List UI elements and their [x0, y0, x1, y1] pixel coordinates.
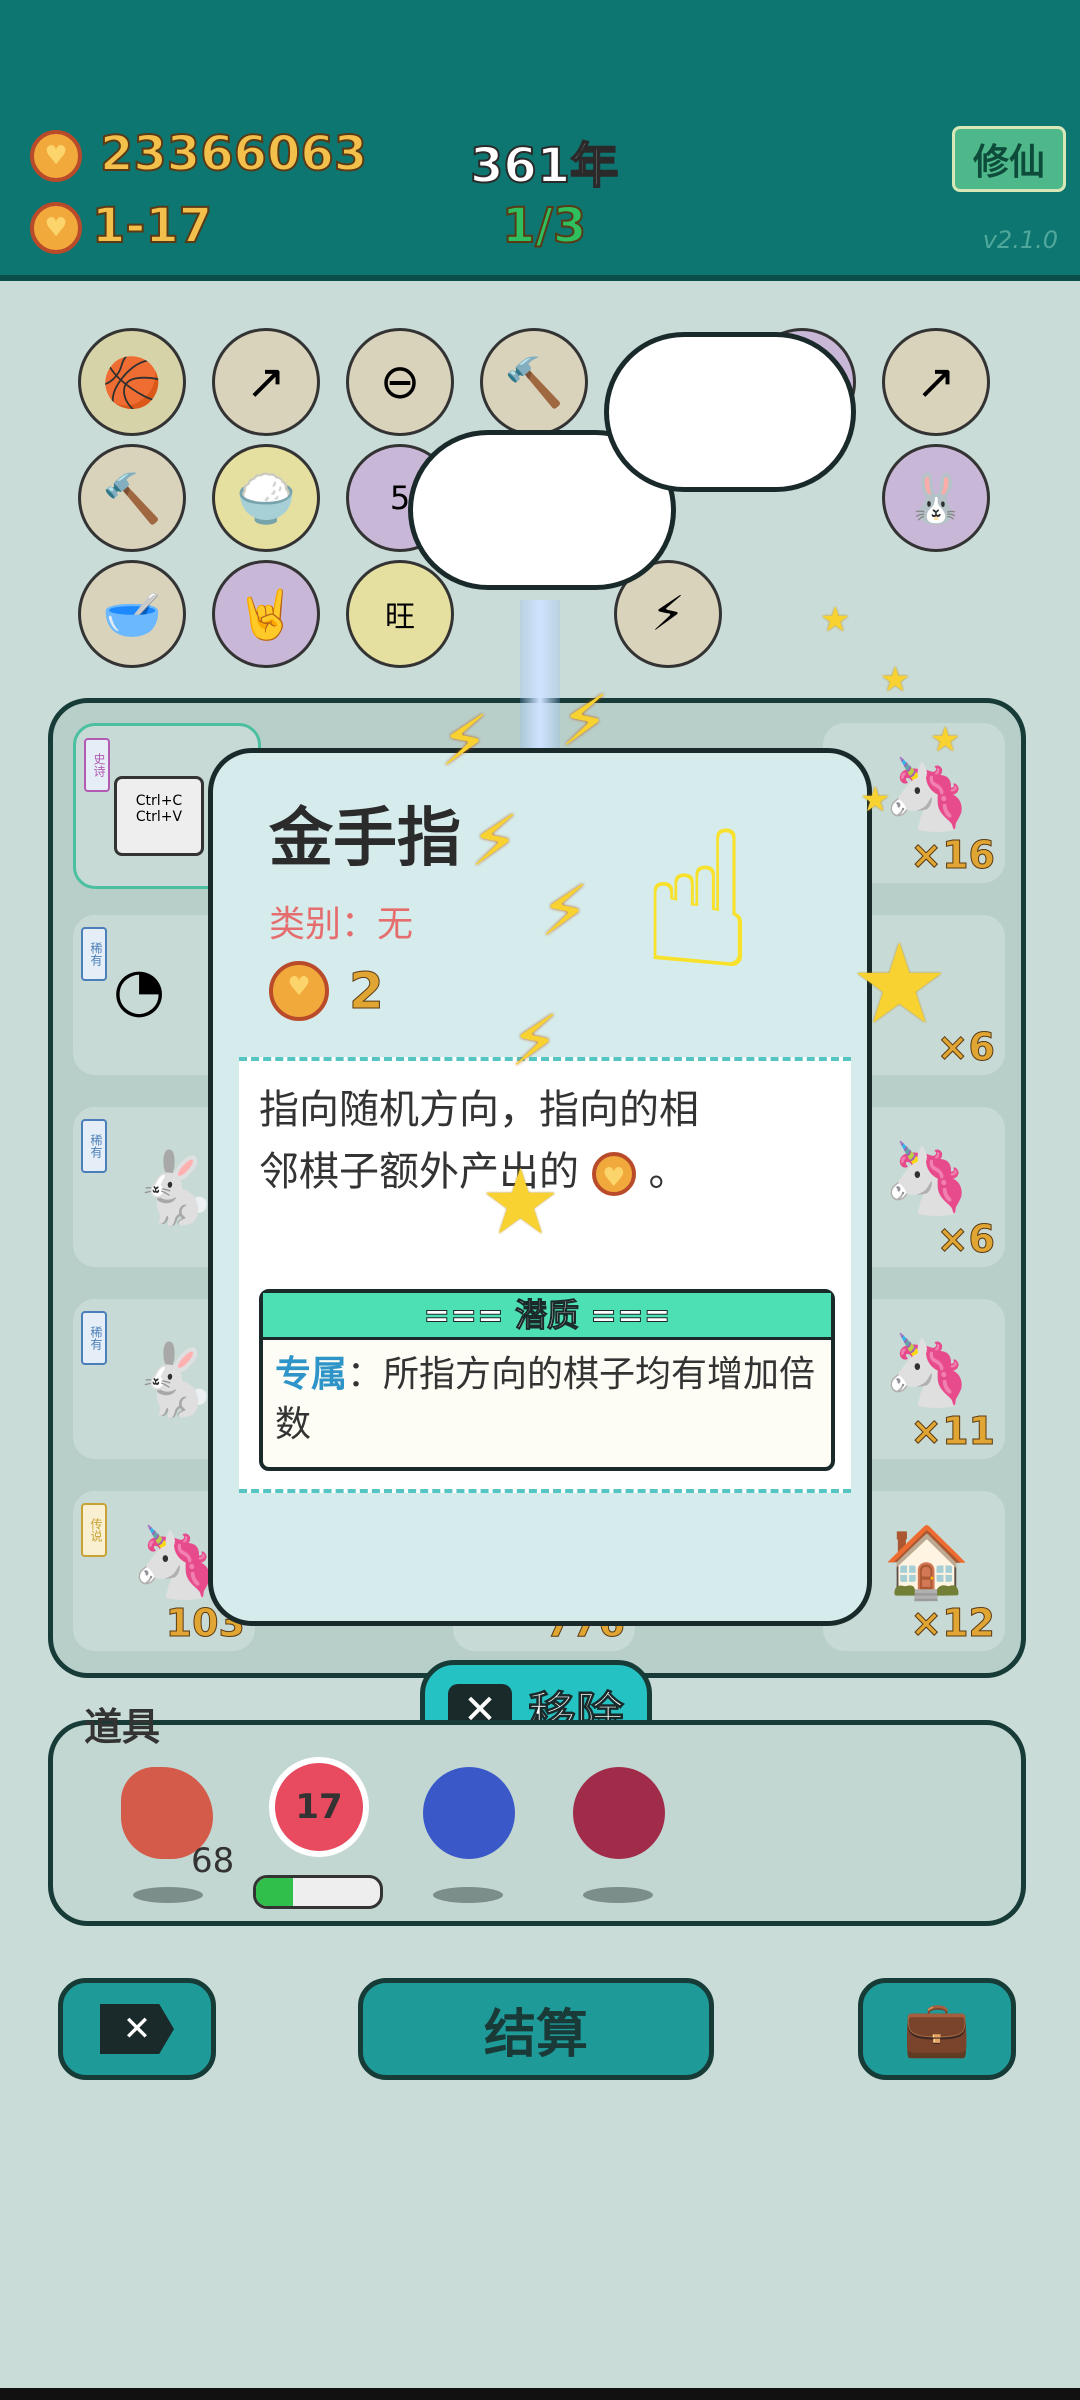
- coin-icon: [591, 1152, 636, 1196]
- bottom-nav-bar: [0, 2388, 1080, 2400]
- top-status-bar: 23366063 361年 1-17 1/3 修仙 v2.1.0: [0, 0, 1080, 281]
- liver-count: 68: [191, 1841, 235, 1881]
- unicorn-icon: 🦄: [883, 753, 971, 835]
- potential-header: === 潜质 ===: [263, 1293, 831, 1340]
- arrow-up-item-icon[interactable]: ↗: [212, 328, 320, 436]
- target-value: 17: [295, 1787, 343, 1827]
- rarity-tag: 稀有: [81, 1311, 107, 1365]
- bunny-icon: 🐇: [131, 1339, 219, 1421]
- wang-item-icon[interactable]: 旺: [346, 560, 454, 668]
- dog-bowl-item-icon[interactable]: 🥣: [78, 560, 186, 668]
- bunny-house-icon: 🏠: [883, 1521, 971, 1603]
- cell-count: ×12: [910, 1601, 996, 1646]
- gauge-icon: ◔: [113, 955, 166, 1025]
- props-panel: 68 17: [48, 1720, 1026, 1926]
- round-progress: 1/3: [501, 197, 587, 255]
- xiuxian-button[interactable]: 修仙: [952, 126, 1066, 192]
- target-progress-bar: [253, 1875, 383, 1909]
- unicorn-icon: 🦄: [883, 1329, 971, 1411]
- potential-desc: ：所指方向的棋子均有增加倍数: [275, 1354, 816, 1445]
- close-tag-icon: ✕: [100, 2004, 174, 2054]
- cell-count: ×11: [910, 1409, 996, 1454]
- unicorn-icon: 🦄: [883, 1137, 971, 1219]
- minus-item-icon[interactable]: ⊖: [346, 328, 454, 436]
- potential-text: 专属：所指方向的棋子均有增加倍数: [263, 1340, 831, 1460]
- star-icon: ★: [850, 920, 949, 1048]
- rarity-tag: 稀有: [81, 927, 107, 981]
- cloud-effect: [604, 332, 856, 492]
- bunny-icon: 🐇: [131, 1147, 219, 1229]
- version-label: v2.1.0: [982, 226, 1058, 254]
- lightning-bolt-icon: ⚡: [560, 680, 610, 762]
- settle-button[interactable]: 结算: [358, 1978, 714, 2080]
- rate-text: 1-17: [91, 197, 213, 255]
- rice-bowl-item-icon[interactable]: 🍚: [212, 444, 320, 552]
- cell-count: ×6: [936, 1217, 995, 1262]
- target-prop-icon[interactable]: 17: [269, 1757, 369, 1857]
- lightning-bolt-icon: ⚡: [510, 1000, 560, 1082]
- potential-label: 专属: [275, 1354, 348, 1395]
- back-button[interactable]: ✕: [58, 1978, 216, 2080]
- prop-shadow: [583, 1887, 653, 1903]
- prop-shadow: [433, 1887, 503, 1903]
- item-price: 2: [269, 961, 384, 1021]
- lychee-prop-icon[interactable]: [573, 1767, 665, 1859]
- cell-count: ×16: [910, 833, 996, 878]
- coin-total: 23366063: [99, 125, 368, 183]
- blueberry-prop-icon[interactable]: [423, 1767, 515, 1859]
- rarity-tag: 传说: [81, 1503, 107, 1557]
- settle-button-label: 结算: [483, 2004, 588, 2065]
- briefcase-icon: 💼: [903, 1997, 971, 2060]
- item-title: 金手指: [269, 802, 461, 876]
- rate-coin-icon: [30, 202, 82, 254]
- copy-paste-card: Ctrl+C Ctrl+V: [114, 776, 204, 856]
- unicorn-icon: 🦄: [131, 1521, 219, 1603]
- pointing-hand-icon: ☝: [640, 790, 756, 1011]
- star-icon: ★: [930, 720, 961, 760]
- item-category: 类别：无: [269, 904, 414, 945]
- description-end: 。: [648, 1149, 689, 1195]
- lightning-bolt-icon: ⚡: [440, 700, 490, 782]
- prop-shadow: [133, 1887, 203, 1903]
- hammer-item-icon-2[interactable]: 🔨: [78, 444, 186, 552]
- basketball-item-icon[interactable]: 🏀: [78, 328, 186, 436]
- briefcase-button[interactable]: 💼: [858, 1978, 1016, 2080]
- item-description-box: 指向随机方向，指向的相 邻棋子额外产出的 。 === 潜质 === 专属：所指方…: [239, 1057, 851, 1493]
- bunny-item-icon[interactable]: 🐰: [882, 444, 990, 552]
- star-icon: ★: [820, 600, 851, 640]
- coin-icon: [269, 961, 329, 1021]
- item-price-value: 2: [349, 962, 385, 1021]
- potential-box: === 潜质 === 专属：所指方向的棋子均有增加倍数: [259, 1289, 835, 1471]
- props-title: 道具: [84, 1705, 161, 1749]
- year-counter: 361年: [469, 137, 619, 195]
- rarity-tag: 稀有: [81, 1119, 107, 1173]
- hammer-item-icon[interactable]: 🔨: [480, 328, 588, 436]
- rock-hand-item-icon[interactable]: 🤘: [212, 560, 320, 668]
- description-line: 指向随机方向，指向的相: [259, 1087, 699, 1133]
- rarity-tag: 史诗: [84, 738, 110, 792]
- arrow-up-item-icon-2[interactable]: ↗: [882, 328, 990, 436]
- coin-icon: [30, 130, 82, 182]
- target-progress-fill: [256, 1878, 294, 1906]
- star-icon: ★: [480, 1150, 561, 1255]
- lightning-bolt-icon: ⚡: [470, 800, 520, 882]
- star-icon: ★: [860, 780, 891, 820]
- lightning-bolt-icon: ⚡: [540, 870, 590, 952]
- star-icon: ★: [880, 660, 911, 700]
